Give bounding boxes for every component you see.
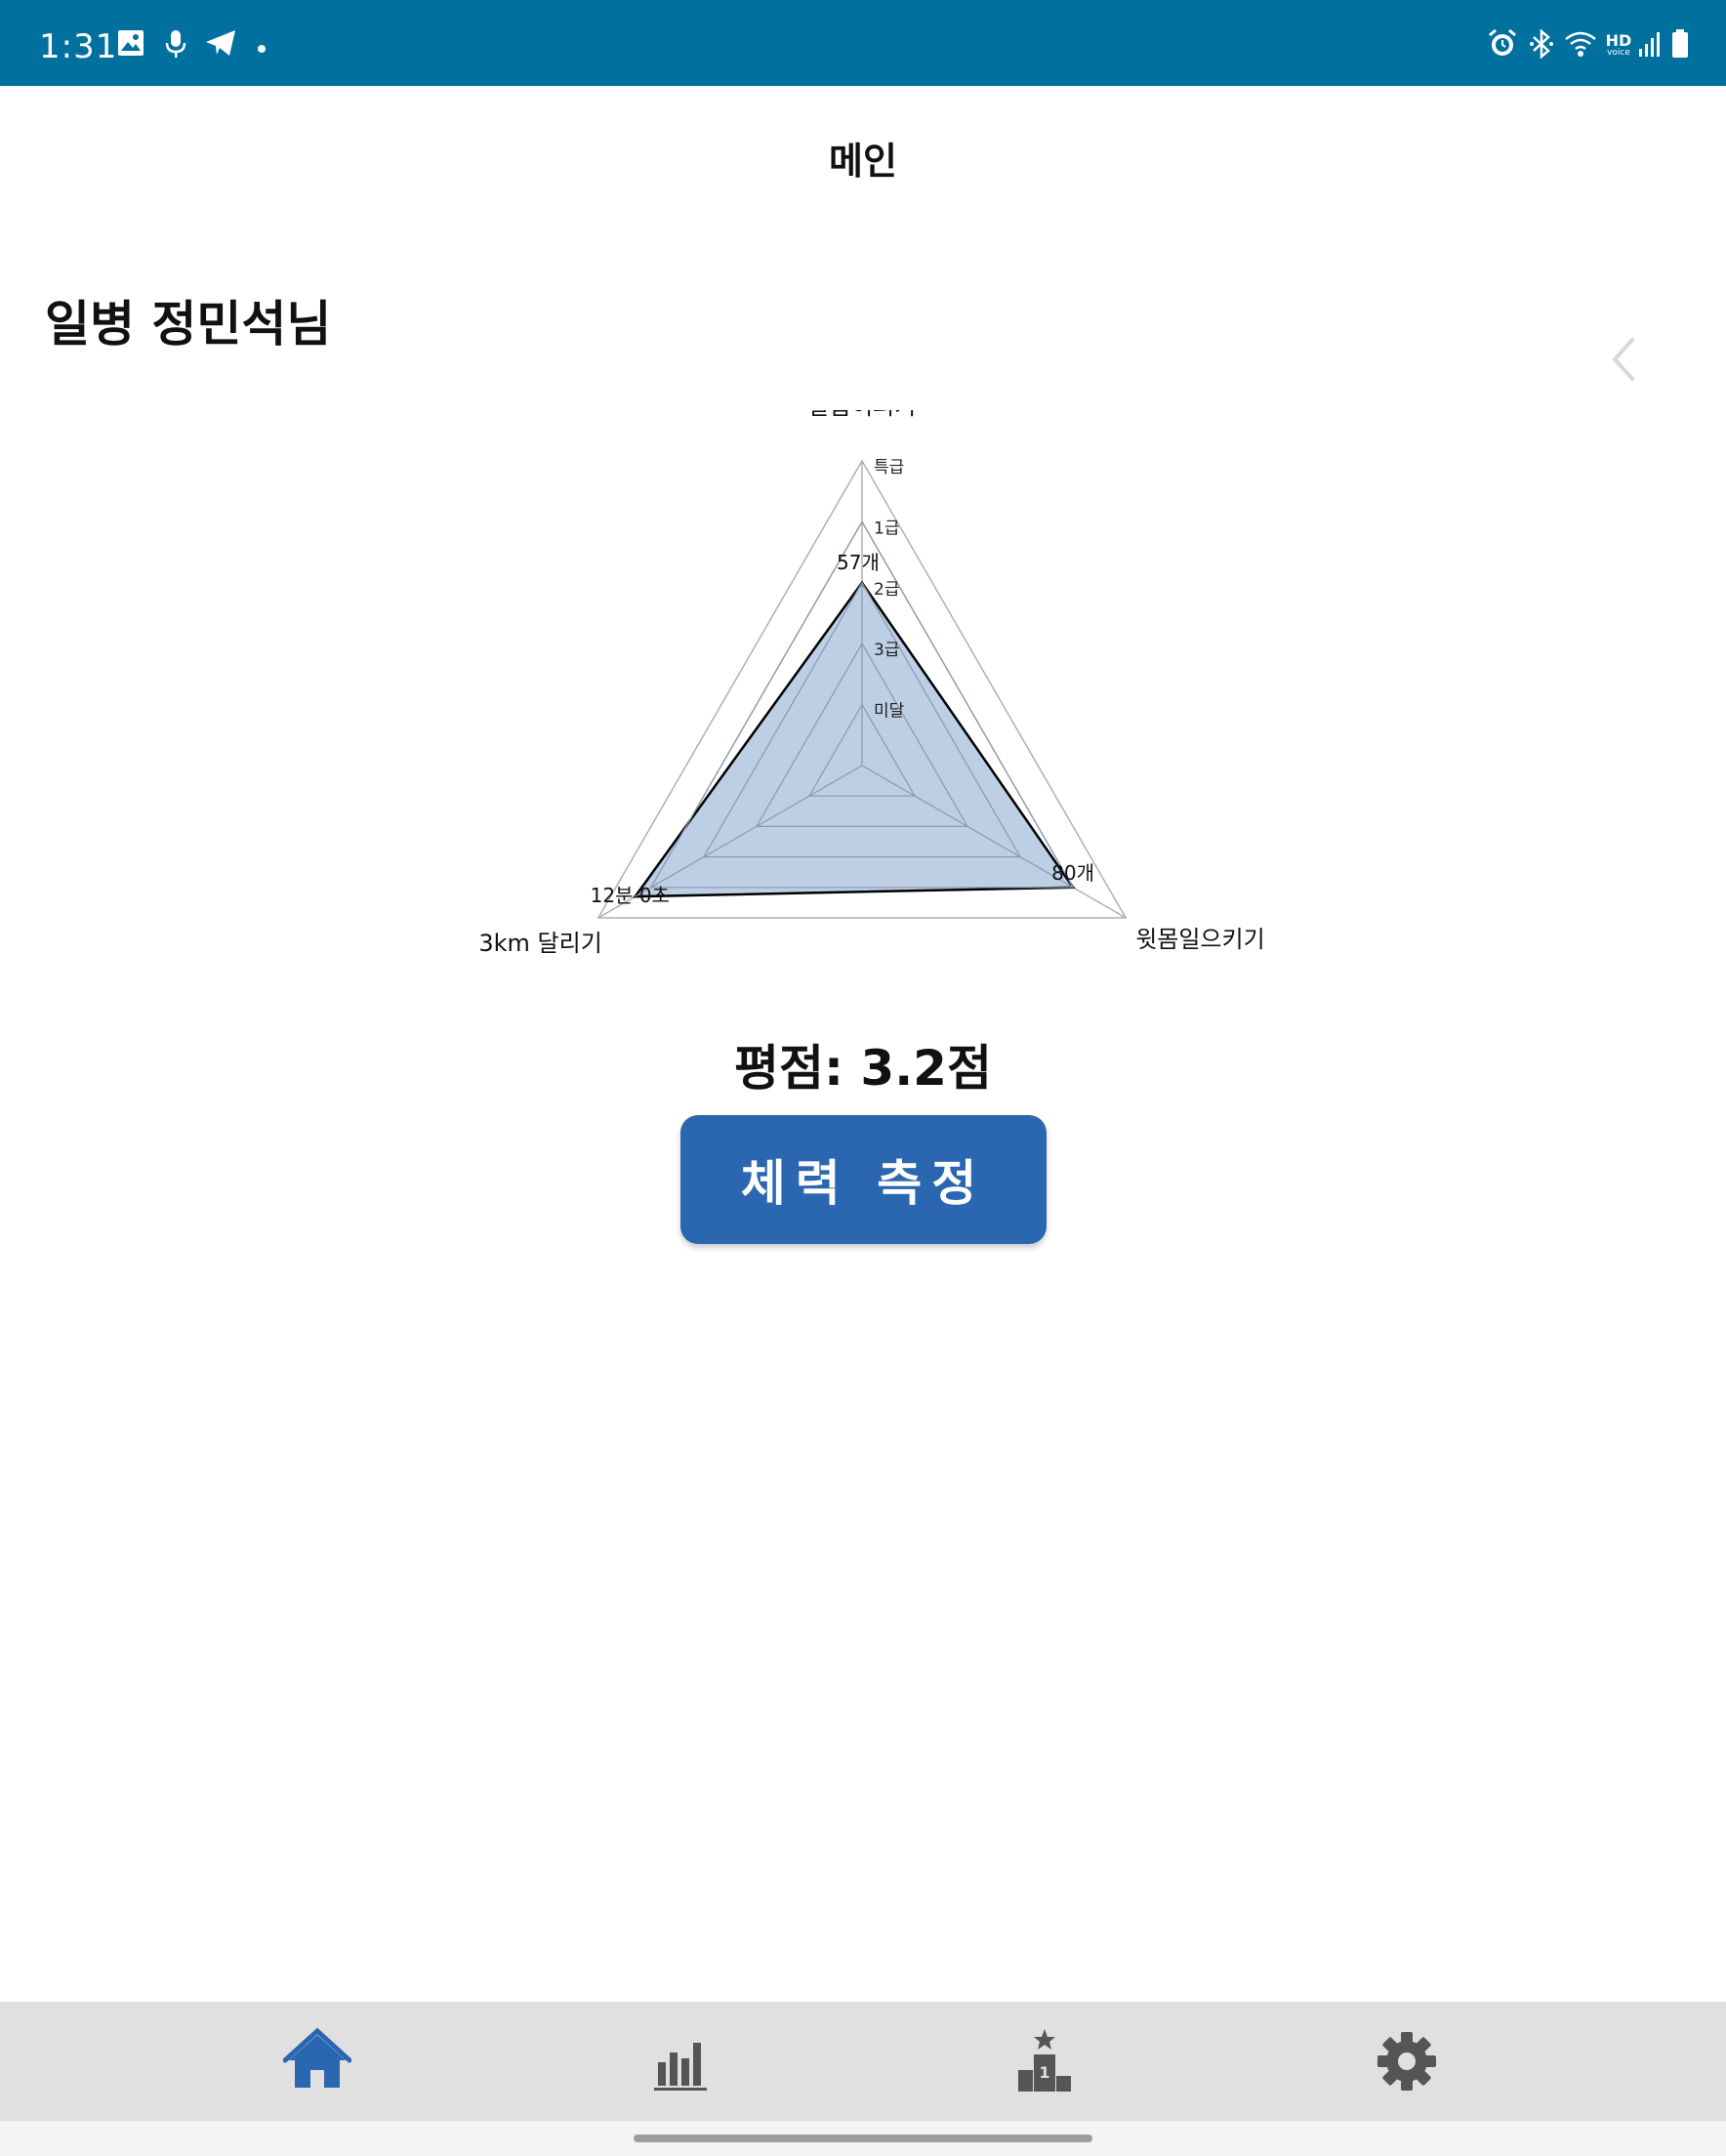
bottom-navigation: 1 — [0, 2002, 1726, 2121]
microphone-icon — [165, 30, 186, 58]
signal-icon — [1639, 32, 1660, 57]
grade-tick-label: 1급 — [874, 518, 899, 538]
axis-label: 윗몸일으키기 — [1135, 926, 1264, 953]
ranking-podium-icon[interactable]: 1 — [1010, 2027, 1079, 2095]
grade-tick-label: 특급 — [874, 458, 904, 477]
user-name: 일병 정민석님 — [45, 296, 332, 352]
axis-label: 팔굽혀펴기 — [808, 410, 916, 420]
status-time: 1:31 — [39, 27, 118, 66]
status-bar: 1:31 HD voice — [0, 0, 1726, 86]
home-icon[interactable] — [283, 2027, 351, 2095]
axis-label: 3km 달리기 — [478, 930, 601, 957]
home-indicator[interactable] — [634, 2135, 1092, 2142]
grade-tick-label: 미달 — [874, 702, 905, 722]
dot-icon — [258, 45, 266, 53]
wifi-icon — [1565, 31, 1596, 57]
grade-tick-label: 3급 — [874, 641, 899, 660]
bar-chart-icon[interactable] — [646, 2027, 715, 2095]
radar-chart: 미달 3급 2급 1급 특급 팔굽혀펴기윗몸일으키기 3km 달리기 57개 80개 12분 0초 — [478, 410, 1264, 957]
telegram-icon — [206, 30, 235, 56]
page-title: 메인 — [829, 140, 897, 183]
image-icon — [118, 30, 144, 56]
value-label: 12분 0초 — [591, 884, 670, 907]
grade-tick-label: 2급 — [874, 580, 899, 600]
gear-icon[interactable] — [1373, 2027, 1441, 2095]
hd-voice-icon: HD voice — [1605, 31, 1632, 58]
alarm-icon — [1489, 29, 1516, 56]
battery-icon — [1672, 29, 1688, 58]
system-navigation-bar — [0, 2121, 1726, 2156]
bluetooth-icon — [1530, 29, 1553, 59]
value-label: 80개 — [1051, 861, 1094, 885]
measure-fitness-button[interactable]: 체력 측정 — [680, 1115, 1047, 1244]
chevron-left-icon[interactable] — [1609, 336, 1638, 383]
score-text: 평점: 3.2점 — [734, 1040, 992, 1097]
value-label: 57개 — [837, 551, 880, 574]
svg-text:1: 1 — [1039, 2063, 1049, 2082]
